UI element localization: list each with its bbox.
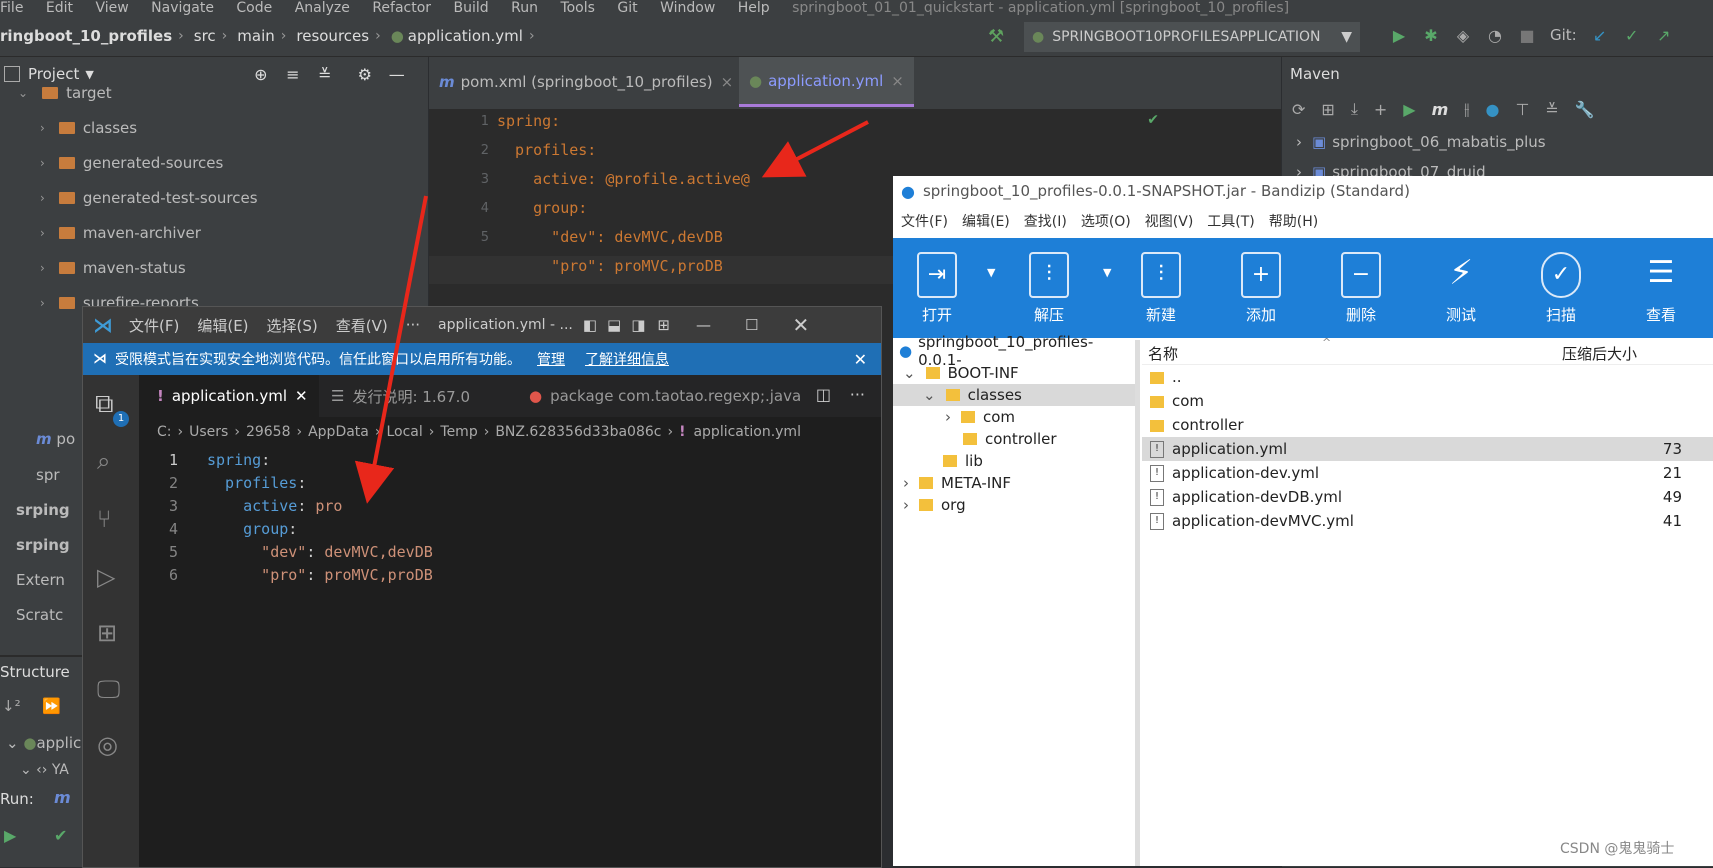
watermark: CSDN @鬼鬼骑士 [1560,841,1675,857]
annotation-arrows [354,120,869,504]
arrow-to-active [761,120,869,178]
arrow-to-vscode [354,195,428,504]
